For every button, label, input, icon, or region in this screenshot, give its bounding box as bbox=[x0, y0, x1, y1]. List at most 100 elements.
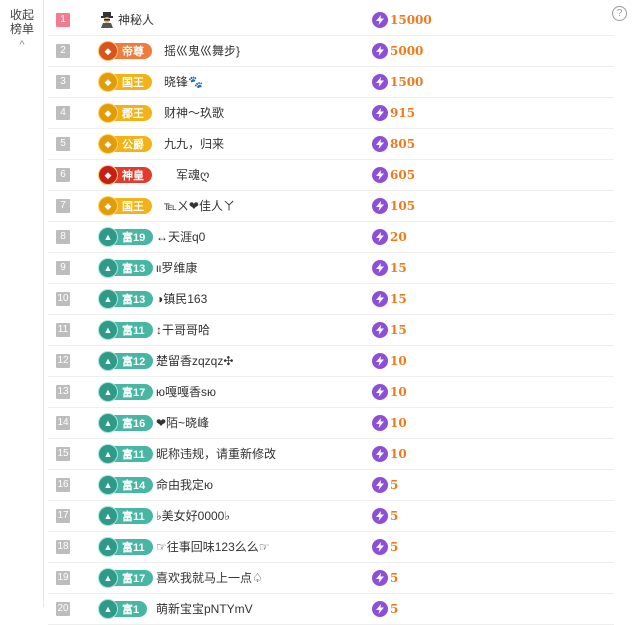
user-name[interactable]: ◑镇民163 bbox=[156, 284, 207, 314]
badge-label: 神皇 bbox=[122, 170, 144, 182]
user-name[interactable]: 晓锋🐾 bbox=[164, 67, 203, 97]
rich-level-emblem-icon: ▲ bbox=[98, 320, 118, 340]
level-badge: ▲ 富12 bbox=[98, 351, 154, 371]
badge-label: 郡王 bbox=[122, 108, 144, 120]
score-value: 15000 bbox=[390, 13, 432, 27]
rank-number: 3 bbox=[56, 75, 70, 89]
lightning-icon bbox=[372, 105, 388, 121]
score: 10 bbox=[372, 446, 407, 462]
level-badge: ▲ 富14 bbox=[98, 475, 154, 495]
rank-number: 4 bbox=[56, 106, 70, 120]
leaderboard-row[interactable]: 10 ▲ 富13 ◑镇民163 15 bbox=[48, 284, 614, 315]
user-name[interactable]: ❤陌~晓峰 bbox=[156, 408, 209, 438]
rank-number: 16 bbox=[56, 478, 70, 492]
leaderboard-row[interactable]: 15 ▲ 富11 昵称违规，请重新修改 10 bbox=[48, 439, 614, 470]
leaderboard-row[interactable]: 5 ◆ 公爵 九九，归来 805 bbox=[48, 129, 614, 160]
leaderboard-row[interactable]: 7 ◆ 国王 ℡ㄨ❤佳人ㄚ 105 bbox=[48, 191, 614, 222]
user-name[interactable]: 摇巛鬼巛舞步} bbox=[164, 36, 240, 66]
lightning-icon bbox=[372, 167, 388, 183]
rich-level-emblem-icon: ▲ bbox=[98, 227, 118, 247]
collapse-leaderboard-button[interactable]: 收起榜单 ^ bbox=[6, 8, 38, 52]
score-value: 105 bbox=[390, 199, 416, 213]
rich-level-emblem-icon: ▲ bbox=[98, 289, 118, 309]
leaderboard-row[interactable]: 13 ▲ 富17 ю嘎嘎香sю 10 bbox=[48, 377, 614, 408]
leaderboard-row[interactable]: 17 ▲ 富11 ♭美女好0000♭ 5 bbox=[48, 501, 614, 532]
rank-number: 17 bbox=[56, 509, 70, 523]
leaderboard-row[interactable]: 8 ▲ 富19 ↔天涯q0 20 bbox=[48, 222, 614, 253]
user-name[interactable]: 喜欢我就马上一点♤ bbox=[156, 563, 263, 593]
help-icon[interactable]: ? bbox=[612, 6, 627, 21]
score: 10 bbox=[372, 353, 407, 369]
level-badge: ▲ 富1 bbox=[98, 599, 148, 619]
rank-number: 13 bbox=[56, 385, 70, 399]
score-value: 10 bbox=[390, 385, 407, 399]
rich-level-emblem-icon: ▲ bbox=[98, 382, 118, 402]
leaderboard-row[interactable]: 9 ▲ 富13 ιι罗维康 15 bbox=[48, 253, 614, 284]
lightning-icon bbox=[372, 415, 388, 431]
level-badge: ▲ 富11 bbox=[98, 537, 153, 557]
leaderboard-row[interactable]: 3 ◆ 国王 晓锋🐾 1500 bbox=[48, 67, 614, 98]
user-name[interactable]: ιι罗维康 bbox=[156, 253, 197, 283]
badge-label: 富13 bbox=[122, 263, 146, 275]
score-value: 5 bbox=[390, 478, 399, 492]
leaderboard-row[interactable]: 4 ◆ 郡王 财神～玖歌 915 bbox=[48, 98, 614, 129]
score: 1500 bbox=[372, 74, 423, 90]
user-name[interactable]: ☞往事回味123么么☞ bbox=[156, 532, 270, 562]
rank-emblem-icon: ◆ bbox=[98, 134, 118, 154]
user-name[interactable]: ℡ㄨ❤佳人ㄚ bbox=[164, 191, 235, 221]
leaderboard-row[interactable]: 11 ▲ 富11 ↕干哥哥哈 15 bbox=[48, 315, 614, 346]
leaderboard-row[interactable]: 16 ▲ 富14 命由我定ю 5 bbox=[48, 470, 614, 501]
rank-emblem-icon: ◆ bbox=[98, 165, 118, 185]
lightning-icon bbox=[372, 12, 388, 28]
leaderboard-row[interactable]: 2 ◆ 帝尊 摇巛鬼巛舞步} 5000 bbox=[48, 36, 614, 67]
score: 15 bbox=[372, 291, 407, 307]
collapse-leaderboard-label: 收起榜单 bbox=[9, 8, 34, 36]
user-name[interactable]: 财神～玖歌 bbox=[164, 98, 224, 128]
badge-label: 国王 bbox=[122, 77, 144, 89]
score: 10 bbox=[372, 415, 407, 431]
user-name[interactable]: 昵称违规，请重新修改 bbox=[156, 439, 276, 469]
rank-emblem-icon: ◆ bbox=[98, 196, 118, 216]
leaderboard-row[interactable]: 14 ▲ 富16 ❤陌~晓峰 10 bbox=[48, 408, 614, 439]
leaderboard-row[interactable]: 19 ▲ 富17 喜欢我就马上一点♤ 5 bbox=[48, 563, 614, 594]
leaderboard-row[interactable]: 1 神秘人 15000 bbox=[48, 5, 614, 36]
user-name[interactable]: ↕干哥哥哈 bbox=[156, 315, 210, 345]
user-name[interactable]: ↔天涯q0 bbox=[156, 222, 205, 252]
leaderboard-row[interactable]: 12 ▲ 富12 楚留香zqzqz✣ 10 bbox=[48, 346, 614, 377]
rank-number: 14 bbox=[56, 416, 70, 430]
rank-number: 5 bbox=[56, 137, 70, 151]
user-name[interactable]: 萌新宝宝pNTYmV bbox=[156, 594, 253, 624]
rank-number: 1 bbox=[56, 13, 70, 27]
rank-number: 6 bbox=[56, 168, 70, 182]
leaderboard-row[interactable]: 6 ◆ 神皇 军魂ღ 605 bbox=[48, 160, 614, 191]
rich-level-emblem-icon: ▲ bbox=[98, 258, 118, 278]
user-name[interactable]: 神秘人 bbox=[118, 5, 154, 35]
mystery-user-icon bbox=[100, 12, 114, 28]
lightning-icon bbox=[372, 446, 388, 462]
user-name[interactable]: ю嘎嘎香sю bbox=[156, 377, 216, 407]
leaderboard-row[interactable]: 18 ▲ 富11 ☞往事回味123么么☞ 5 bbox=[48, 532, 614, 563]
level-badge: ◆ 神皇 bbox=[98, 165, 152, 185]
score: 805 bbox=[372, 136, 415, 152]
score: 105 bbox=[372, 198, 415, 214]
rank-number: 20 bbox=[56, 602, 70, 616]
leaderboard-row[interactable]: 20 ▲ 富1 萌新宝宝pNTYmV 5 bbox=[48, 594, 614, 625]
score: 5 bbox=[372, 601, 398, 617]
badge-label: 帝尊 bbox=[122, 46, 144, 58]
user-name[interactable]: 军魂ღ bbox=[176, 160, 209, 190]
score: 15000 bbox=[372, 12, 432, 28]
level-badge: ▲ 富19 bbox=[98, 227, 154, 247]
score: 5 bbox=[372, 508, 398, 524]
user-name[interactable]: 九九，归来 bbox=[164, 129, 224, 159]
user-name[interactable]: ♭美女好0000♭ bbox=[156, 501, 230, 531]
rank-number: 15 bbox=[56, 447, 70, 461]
user-name[interactable]: 命由我定ю bbox=[156, 470, 213, 500]
rank-emblem-icon: ◆ bbox=[98, 72, 118, 92]
lightning-icon bbox=[372, 477, 388, 493]
level-badge: ▲ 富17 bbox=[98, 568, 154, 588]
score-value: 15 bbox=[390, 292, 407, 306]
badge-label: 富14 bbox=[122, 480, 146, 492]
score-value: 5 bbox=[390, 509, 399, 523]
score-value: 10 bbox=[390, 416, 407, 430]
user-name[interactable]: 楚留香zqzqz✣ bbox=[156, 346, 233, 376]
